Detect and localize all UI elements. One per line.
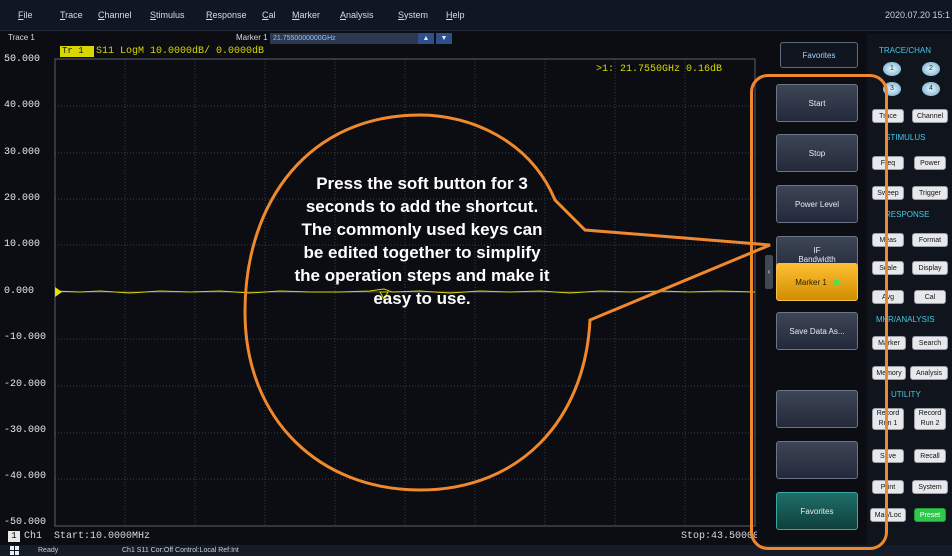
arrow-up-icon: ▲ [422,35,430,42]
trace-badge[interactable]: Tr 1 [60,46,94,57]
button-label-line1: Record [918,410,942,417]
section-stimulus: STIMULUS [885,133,926,142]
marker-up-button[interactable]: ▲ [418,33,434,44]
marker-readout: >1: 21.7550GHz 0.16dB [596,64,723,75]
status-info: Ch1 S11 Cor:Off Control:Local Ref:Int [122,547,239,554]
stop-frequency[interactable]: Stop:43.50000GHz [681,531,757,542]
record-run2-button[interactable]: Record Run 2 [914,408,946,430]
preset-button[interactable]: Preset [914,508,946,522]
y-tick-label: 0.000 [4,286,35,297]
favorites-tab[interactable]: Favorites [780,42,858,68]
channel-number[interactable]: 1 [8,531,20,542]
softkey-highlight-outline [750,74,888,550]
menu-stimulus[interactable]: Stimulus [150,10,185,20]
analysis-button[interactable]: Analysis [910,366,948,380]
arrow-down-icon: ▼ [440,35,448,42]
trace-4-button[interactable]: 4 [922,82,940,96]
menu-bar: File Trace Channel Stimulus Response Cal… [0,0,952,31]
menu-system[interactable]: System [398,10,428,20]
menu-trace[interactable]: Trace [60,10,83,20]
section-response: RESPONSE [885,210,930,219]
y-tick-label: 40.000 [4,100,41,111]
datetime: 2020.07.20 15:1 [884,10,950,20]
trace-1-button[interactable]: 1 [883,62,901,76]
start-frequency[interactable]: Start:10.0000MHz [54,531,150,542]
channel-label: Ch1 [24,531,43,542]
y-tick-label: -30.000 [4,425,47,436]
reference-marker-icon [55,287,62,297]
y-tick-label: 30.000 [4,147,41,158]
menu-channel[interactable]: Channel [98,10,132,20]
section-trace-chan: TRACE/CHAN [879,46,932,55]
recall-button[interactable]: Recall [914,449,946,463]
trace-2-button[interactable]: 2 [922,62,940,76]
marker-down-button[interactable]: ▼ [436,33,452,44]
format-button[interactable]: Format [912,233,948,247]
button-label-line2: Run 2 [920,420,940,427]
y-tick-label: -50.000 [4,517,47,528]
display-button[interactable]: Display [912,261,948,275]
menu-help[interactable]: Help [446,10,465,20]
y-tick-label: 20.000 [4,193,41,204]
y-tick-label: -20.000 [4,379,47,390]
cal-button[interactable]: Cal [914,290,946,304]
menu-response[interactable]: Response [206,10,247,20]
section-utility: UTILITY [891,390,921,399]
y-tick-label: -10.000 [4,332,47,343]
trigger-button[interactable]: Trigger [912,186,948,200]
menu-analysis[interactable]: Analysis [340,10,374,20]
marker-frequency-input[interactable]: 21.7550000000GHz [270,33,418,44]
y-tick-label: 50.000 [4,54,41,65]
system-button[interactable]: System [912,480,948,494]
search-button[interactable]: Search [912,336,948,350]
marker-field-label: Marker 1 [236,33,268,42]
callout-text: Press the soft button for 3 seconds to a… [294,174,550,308]
menu-file[interactable]: File [18,10,33,20]
windows-icon[interactable] [10,546,20,556]
channel-button[interactable]: Channel [912,109,948,123]
status-ready: Ready [38,547,59,554]
power-button[interactable]: Power [914,156,946,170]
menu-cal[interactable]: Cal [262,10,276,20]
trace-title: Trace 1 [8,33,35,42]
menu-marker[interactable]: Marker [292,10,320,20]
y-tick-label: -40.000 [4,471,47,482]
trace-info: S11 LogM 10.0000dB/ 0.0000dB [96,46,265,57]
y-tick-label: 10.000 [4,239,41,250]
